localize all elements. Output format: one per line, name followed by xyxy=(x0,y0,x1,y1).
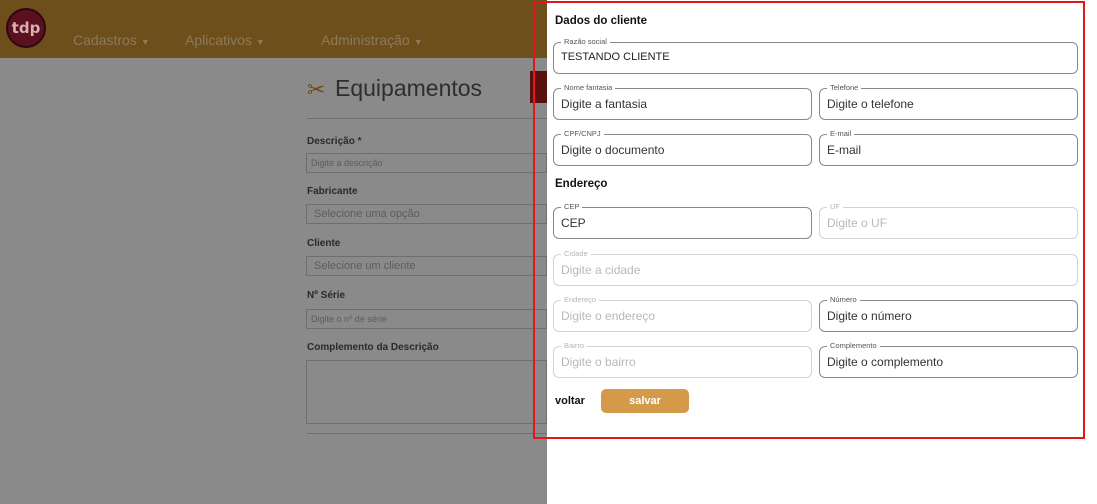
numero-field[interactable]: Número Digite o número xyxy=(819,295,1078,332)
nome-fantasia-placeholder: Digite a fantasia xyxy=(561,97,648,111)
section-title-client: Dados do cliente xyxy=(555,15,648,27)
save-button[interactable]: salvar xyxy=(601,389,689,413)
documento-label: CPF/CNPJ xyxy=(561,129,604,139)
nav-administracao-label: Administração xyxy=(321,32,410,48)
descricao-input[interactable]: Digite a descrição xyxy=(306,153,547,173)
uf-placeholder: Digite o UF xyxy=(827,216,888,230)
fabricante-select[interactable]: Selecione uma opção xyxy=(306,204,547,224)
uf-label: UF xyxy=(827,202,843,212)
nome-fantasia-field[interactable]: Nome fantasia Digite a fantasia xyxy=(553,83,812,120)
documento-field[interactable]: CPF/CNPJ Digite o documento xyxy=(553,129,812,166)
telefone-placeholder: Digite o telefone xyxy=(827,97,914,111)
cep-label: CEP xyxy=(561,202,583,212)
back-link[interactable]: voltar xyxy=(555,395,585,407)
complemento-descricao-label: Complemento da Descrição xyxy=(307,342,439,353)
email-field[interactable]: E-mail E-mail xyxy=(819,129,1078,166)
numero-label: Número xyxy=(827,295,860,305)
bairro-field[interactable]: Bairro Digite o bairro xyxy=(553,341,812,378)
email-placeholder: E-mail xyxy=(827,143,862,157)
cidade-placeholder: Digite a cidade xyxy=(561,263,641,277)
nome-fantasia-label: Nome fantasia xyxy=(561,83,616,93)
endereco-field[interactable]: Endereço Digite o endereço xyxy=(553,295,812,332)
page-title: Equipamentos xyxy=(335,75,483,101)
complemento-field[interactable]: Complemento Digite o complemento xyxy=(819,341,1078,378)
nav-administracao[interactable]: Administração ▼ xyxy=(321,32,423,48)
divider xyxy=(307,118,547,119)
bairro-placeholder: Digite o bairro xyxy=(561,355,636,369)
complemento-placeholder: Digite o complemento xyxy=(827,355,944,369)
divider xyxy=(307,433,547,434)
telefone-label: Telefone xyxy=(827,83,862,93)
section-title-address: Endereço xyxy=(555,178,608,190)
razao-social-field[interactable]: Razão social TESTANDO CLIENTE xyxy=(553,37,1078,74)
uf-field[interactable]: UF Digite o UF xyxy=(819,202,1078,239)
nav-aplicativos-label: Aplicativos xyxy=(185,32,252,48)
documento-placeholder: Digite o documento xyxy=(561,143,665,157)
endereco-label: Endereço xyxy=(561,295,600,305)
chevron-down-icon: ▼ xyxy=(140,37,150,47)
chevron-down-icon: ▼ xyxy=(255,37,265,47)
descricao-label: Descrição * xyxy=(307,136,362,147)
endereco-placeholder: Digite o endereço xyxy=(561,309,656,323)
cidade-field[interactable]: Cidade Digite a cidade xyxy=(553,249,1078,286)
nav-aplicativos[interactable]: Aplicativos ▼ xyxy=(185,32,265,48)
complemento-descricao-textarea[interactable] xyxy=(306,360,547,424)
complemento-label: Complemento xyxy=(827,341,880,351)
serie-label: Nº Série xyxy=(307,290,346,301)
telefone-field[interactable]: Telefone Digite o telefone xyxy=(819,83,1078,120)
client-modal xyxy=(547,0,1097,504)
cliente-select[interactable]: Selecione um cliente xyxy=(306,256,547,276)
cidade-label: Cidade xyxy=(561,249,591,259)
fabricante-label: Fabricante xyxy=(307,186,358,197)
nav-cadastros[interactable]: Cadastros ▼ xyxy=(73,32,150,48)
email-label: E-mail xyxy=(827,129,855,139)
cep-placeholder: CEP xyxy=(561,216,586,230)
logo[interactable]: tdp xyxy=(6,8,46,48)
razao-social-label: Razão social xyxy=(561,37,610,47)
numero-placeholder: Digite o número xyxy=(827,309,912,323)
tools-icon: ✂ xyxy=(307,78,326,103)
razao-social-value: TESTANDO CLIENTE xyxy=(561,51,670,63)
cliente-label: Cliente xyxy=(307,238,341,249)
logo-text: tdp xyxy=(11,19,41,37)
bairro-label: Bairro xyxy=(561,341,588,351)
chevron-down-icon: ▼ xyxy=(413,37,423,47)
nav-cadastros-label: Cadastros xyxy=(73,32,137,48)
serie-input[interactable]: Digite o nº de série xyxy=(306,309,547,329)
cep-field[interactable]: CEP CEP xyxy=(553,202,812,239)
